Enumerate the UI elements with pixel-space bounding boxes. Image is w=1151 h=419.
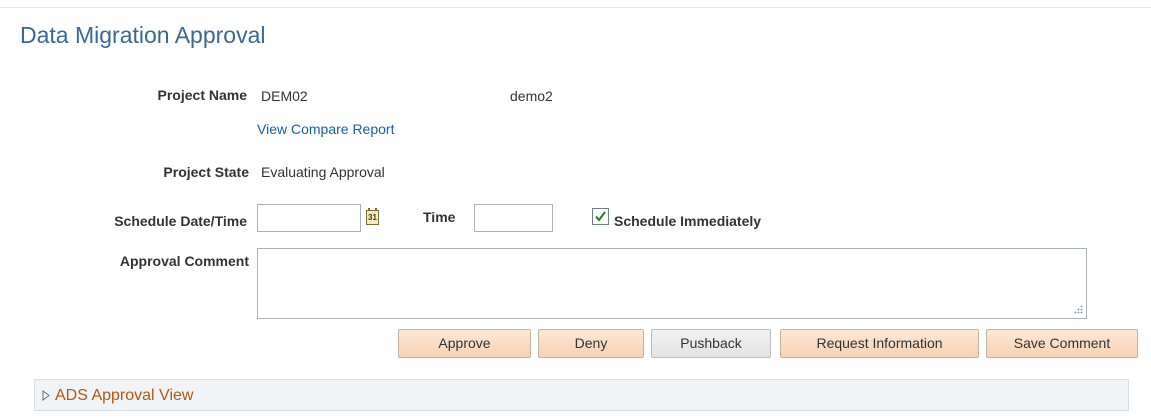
approval-comment-label: Approval Comment	[119, 253, 249, 269]
page-title: Data Migration Approval	[20, 22, 266, 48]
ads-approval-view-section[interactable]: ADS Approval View	[34, 379, 1129, 411]
top-divider	[0, 0, 1151, 8]
schedule-date-input[interactable]	[257, 204, 361, 232]
expand-arrow-icon[interactable]	[42, 390, 50, 401]
ads-approval-view-link[interactable]: ADS Approval View	[55, 387, 193, 405]
save-comment-button[interactable]: Save Comment	[986, 329, 1138, 358]
view-compare-report-link[interactable]: View Compare Report	[257, 121, 394, 137]
project-state-label: Project State	[163, 164, 249, 180]
project-state-value: Evaluating Approval	[261, 164, 385, 180]
schedule-immediately-label[interactable]: Schedule Immediately	[614, 213, 761, 229]
deny-button[interactable]: Deny	[538, 329, 644, 358]
checkmark-icon	[595, 211, 606, 222]
request-information-button[interactable]: Request Information	[780, 329, 979, 358]
resize-grip-icon[interactable]	[1073, 305, 1083, 315]
schedule-immediately-checkbox[interactable]	[592, 208, 609, 225]
approval-comment-textarea[interactable]	[257, 248, 1087, 319]
project-name-code: DEM02	[261, 88, 308, 104]
schedule-date-label: Schedule Date/Time	[114, 213, 247, 229]
project-name-description: demo2	[510, 88, 553, 104]
approve-button[interactable]: Approve	[398, 329, 531, 358]
time-label: Time	[423, 209, 456, 225]
time-input[interactable]	[474, 204, 553, 232]
pushback-button[interactable]: Pushback	[651, 329, 771, 358]
project-name-label: Project Name	[157, 87, 247, 103]
calendar-icon[interactable]: 31	[366, 208, 379, 225]
